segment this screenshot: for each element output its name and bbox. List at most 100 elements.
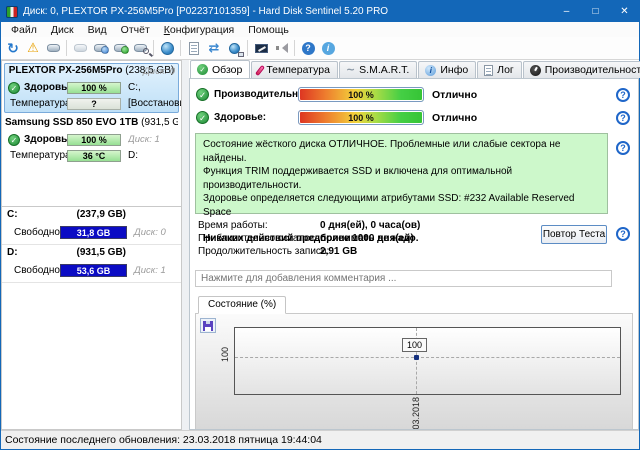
lifetime-writes-value: 2,91 GB [320,246,358,257]
menu-disk[interactable]: Диск [44,24,81,36]
maximize-button[interactable]: □ [581,1,610,22]
check-circle-icon [197,64,208,75]
partition-item-d[interactable]: D: (931,5 GB) Свободно 53,6 GB Диск: 1 [2,245,181,283]
history-chart-section: Состояние (%) 100 100 23.03.2018 [190,293,638,429]
lifetime-writes-label: Продолжительность записи: [198,246,330,257]
status-message-line: Функция TRIM поддерживается SSD и включе… [203,166,513,191]
health-ok-icon [8,82,20,94]
refresh-icon[interactable]: ↻ [3,39,23,57]
disk-schedule-icon[interactable] [90,39,110,57]
disk-search-icon[interactable] [130,39,150,57]
free-space-bar: 31,8 GB [60,226,127,239]
window-title: Диск: 0, PLEXTOR PX-256M5Pro [P022371013… [23,6,389,17]
chart-y-tick: 100 [220,347,230,363]
drive-name: PLEXTOR PX-256M5Pro [8,65,123,76]
title-bar: Диск: 0, PLEXTOR PX-256M5Pro [P022371013… [1,1,639,22]
help-icon[interactable]: ? [298,39,318,57]
free-label: Свободно [14,265,60,276]
toolbar-separator [294,40,295,56]
info-icon: i [425,64,437,76]
toolbar-separator [180,40,181,56]
chart-point-label: 100 [401,338,427,353]
drive-item-plextor[interactable]: PLEXTOR PX-256M5Pro (238,5 GB) Диск: 0 З… [4,63,181,113]
tab-temperature[interactable]: Температура [251,61,338,78]
menu-file[interactable]: Файл [4,24,44,36]
performance-status: Отлично [432,89,478,101]
web-status-icon[interactable] [157,39,177,57]
chart-x-tick: 23.03.2018 [410,397,421,430]
health-bar: 100 % [298,110,424,125]
menu-configuration[interactable]: Конфигурация [157,24,241,36]
partition-item-c[interactable]: C: (237,9 GB) Свободно 31,8 GB Диск: 0 [2,207,181,245]
disk-offline-icon[interactable] [70,39,90,57]
free-label: Свободно [14,227,60,238]
retest-button[interactable]: Повтор Теста [541,225,607,244]
comment-input[interactable] [195,270,612,287]
minimize-button[interactable]: – [552,1,581,22]
tab-performance[interactable]: Производительность [522,61,640,78]
gauge-icon [529,64,541,76]
help-icon[interactable]: ? [616,111,630,125]
alerts-icon[interactable]: ⚠ [23,39,43,57]
menu-help[interactable]: Помощь [241,24,296,36]
close-button[interactable]: ✕ [610,1,639,22]
disk-monitor-icon[interactable] [43,39,63,57]
check-circle-icon [196,88,209,101]
disk-add-icon[interactable] [110,39,130,57]
left-panel: PLEXTOR PX-256M5Pro (238,5 GB) Диск: 0 З… [1,60,182,430]
power-on-time-value: 0 дня(ей), 0 часа(ов) [320,220,421,231]
partition-disk-number: Диск: 0 [134,227,166,238]
sound-icon[interactable] [271,39,291,57]
power-on-time-label: Время работы: [198,220,268,231]
menu-view[interactable]: Вид [81,24,114,36]
help-icon[interactable]: ? [616,141,630,155]
health-bar: 100 % [67,134,121,146]
estimated-remaining-label: Приблизительно осталось: [198,233,323,244]
partition-size: (237,9 GB) [76,209,126,220]
panel-splitter[interactable] [182,60,189,430]
partition-letter: D: [7,247,18,258]
remote-monitor-icon[interactable] [251,39,271,57]
chart-panel: 100 100 23.03.2018 [195,313,633,429]
save-chart-button[interactable] [200,318,216,333]
right-panel: Обзор Температура ∼S.M.A.R.T. iИнфо Лог … [189,60,640,430]
drive-disk-number: Диск: 1 [128,134,160,145]
health-label: Здоровье: [214,112,267,123]
thermometer-icon [255,64,266,76]
temperature-bar: ? [67,98,121,110]
partition-list: C: (237,9 GB) Свободно 31,8 GB Диск: 0 D… [1,207,182,430]
temperature-label: Температура: [10,150,74,161]
status-bar: Состояние последнего обновления: 23.03.2… [1,430,639,449]
chart-tab-health[interactable]: Состояние (%) [198,296,287,314]
menu-report[interactable]: Отчёт [114,24,157,36]
health-bar: 100 % [67,82,121,94]
about-icon[interactable]: i [318,39,338,57]
toolbar-separator [153,40,154,56]
sync-icon[interactable]: ⇄ [204,39,224,57]
help-icon[interactable]: ? [616,88,630,102]
health-status: Отлично [432,112,478,124]
estimated-remaining-value: более 1000 дня(ей) [320,233,414,244]
check-circle-icon [196,111,209,124]
toolbar-separator [247,40,248,56]
chart-plot-area: 100 100 23.03.2018 [220,327,621,429]
partition-size: (931,5 GB) [76,247,126,258]
tab-info[interactable]: i Инфо [418,61,477,78]
floppy-icon [203,320,213,331]
network-icon[interactable] [224,39,244,57]
drive-list: PLEXTOR PX-256M5Pro (238,5 GB) Диск: 0 З… [1,60,182,207]
toolbar-separator [66,40,67,56]
tab-smart[interactable]: ∼ S.M.A.R.T. [338,61,418,78]
drive-disk-number: Диск: 0 [143,66,175,77]
app-window: Диск: 0, PLEXTOR PX-256M5Pro [P022371013… [0,0,640,450]
report-icon[interactable] [184,39,204,57]
free-space-bar: 53,6 GB [60,264,127,277]
tab-overview[interactable]: Обзор [190,60,251,78]
help-icon[interactable]: ? [616,227,630,241]
toolbar: ↻ ⚠ ⇄ ? i [1,37,639,60]
performance-bar: 100 % [298,87,424,102]
log-icon [484,64,494,76]
drive-item-samsung[interactable]: Samsung SSD 850 EVO 1TB (931,5 GB) Здоро… [4,115,179,165]
tab-log[interactable]: Лог [477,61,522,78]
stats-section: Время работы: 0 дня(ей), 0 часа(ов) Приб… [190,220,638,262]
